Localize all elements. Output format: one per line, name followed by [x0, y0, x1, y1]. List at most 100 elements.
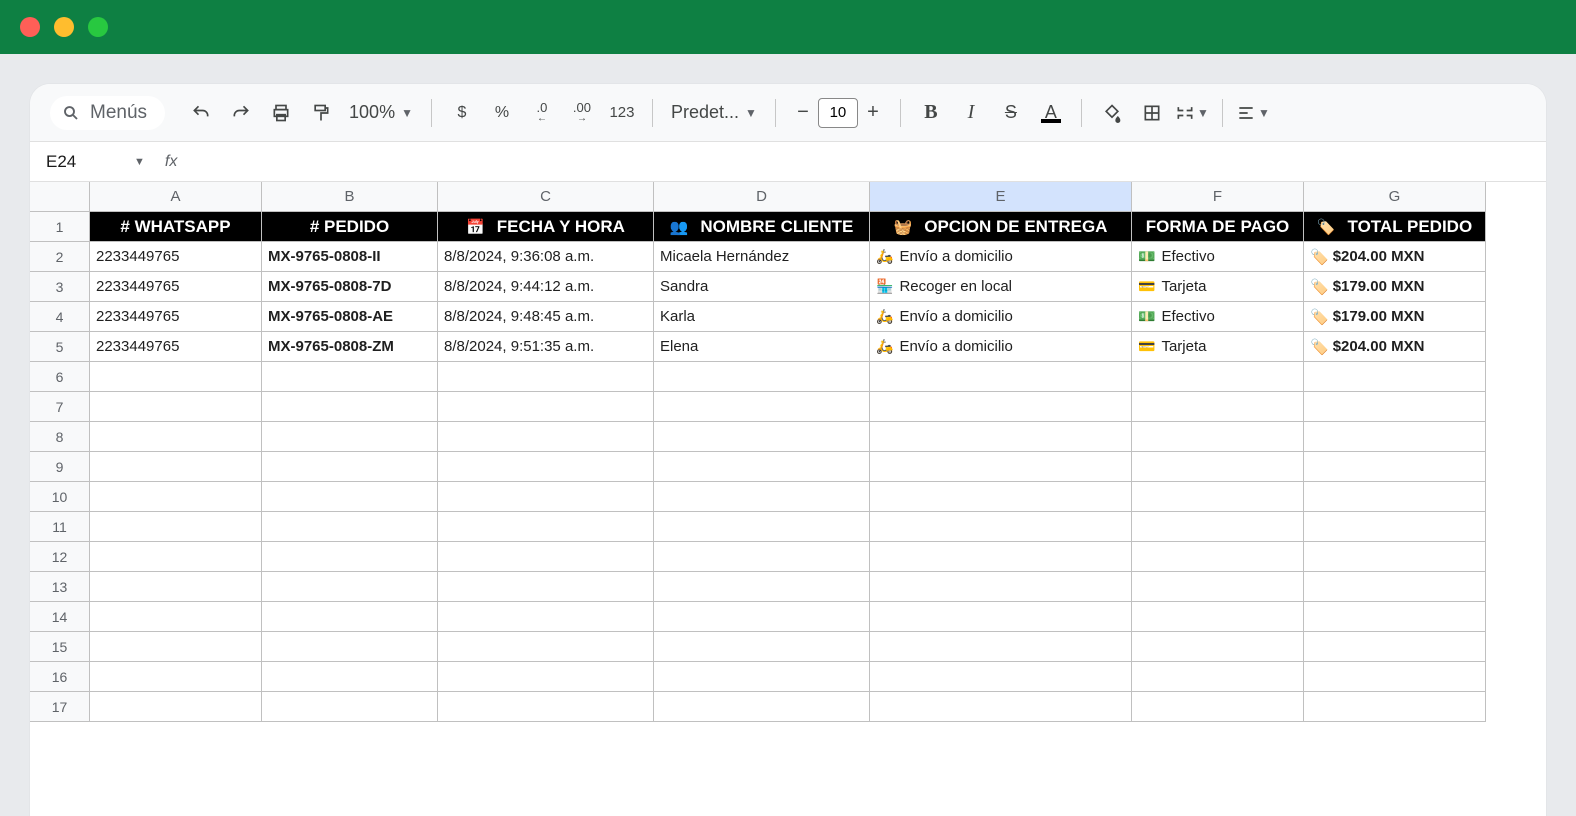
empty-cell[interactable] — [90, 392, 262, 422]
cell-pago[interactable]: 💵Efectivo — [1132, 302, 1304, 332]
empty-cell[interactable] — [1304, 482, 1486, 512]
row-header-13[interactable]: 13 — [30, 572, 90, 602]
header-whatsapp[interactable]: # WHATSAPP — [90, 212, 262, 242]
empty-cell[interactable] — [438, 572, 654, 602]
menus-search[interactable]: Menús — [50, 96, 165, 130]
chevron-down-icon[interactable]: ▼ — [134, 156, 145, 168]
row-header-8[interactable]: 8 — [30, 422, 90, 452]
cell-total[interactable]: 🏷️$204.00 MXN — [1304, 242, 1486, 272]
empty-cell[interactable] — [1304, 362, 1486, 392]
cell-pago[interactable]: 💵Efectivo — [1132, 242, 1304, 272]
row-header-5[interactable]: 5 — [30, 332, 90, 362]
empty-cell[interactable] — [654, 632, 870, 662]
empty-cell[interactable] — [262, 452, 438, 482]
empty-cell[interactable] — [1304, 692, 1486, 722]
empty-cell[interactable] — [1132, 662, 1304, 692]
empty-cell[interactable] — [438, 392, 654, 422]
redo-button[interactable] — [223, 95, 259, 131]
empty-cell[interactable] — [1304, 542, 1486, 572]
column-header-A[interactable]: A — [90, 182, 262, 212]
empty-cell[interactable] — [654, 542, 870, 572]
cell-entrega[interactable]: 🏪Recoger en local — [870, 272, 1132, 302]
column-header-B[interactable]: B — [262, 182, 438, 212]
row-header-4[interactable]: 4 — [30, 302, 90, 332]
empty-cell[interactable] — [262, 632, 438, 662]
empty-cell[interactable] — [654, 452, 870, 482]
cell-pedido[interactable]: MX-9765-0808-7D — [262, 272, 438, 302]
empty-cell[interactable] — [654, 692, 870, 722]
cell-nombre[interactable]: Karla — [654, 302, 870, 332]
empty-cell[interactable] — [262, 422, 438, 452]
empty-cell[interactable] — [438, 662, 654, 692]
empty-cell[interactable] — [90, 632, 262, 662]
cell-nombre[interactable]: Micaela Hernández — [654, 242, 870, 272]
cell-fecha[interactable]: 8/8/2024, 9:51:35 a.m. — [438, 332, 654, 362]
empty-cell[interactable] — [262, 692, 438, 722]
cell-entrega[interactable]: 🛵Envío a domicilio — [870, 242, 1132, 272]
empty-cell[interactable] — [654, 512, 870, 542]
empty-cell[interactable] — [870, 662, 1132, 692]
empty-cell[interactable] — [438, 602, 654, 632]
currency-format-button[interactable]: $ — [444, 95, 480, 131]
header-pedido[interactable]: # PEDIDO — [262, 212, 438, 242]
empty-cell[interactable] — [438, 422, 654, 452]
empty-cell[interactable] — [1304, 632, 1486, 662]
cell-pedido[interactable]: MX-9765-0808-AE — [262, 302, 438, 332]
empty-cell[interactable] — [1132, 692, 1304, 722]
minimize-window-icon[interactable] — [54, 17, 74, 37]
row-header-1[interactable]: 1 — [30, 212, 90, 242]
cell-nombre[interactable]: Sandra — [654, 272, 870, 302]
row-header-10[interactable]: 10 — [30, 482, 90, 512]
row-header-3[interactable]: 3 — [30, 272, 90, 302]
row-header-14[interactable]: 14 — [30, 602, 90, 632]
empty-cell[interactable] — [870, 602, 1132, 632]
empty-cell[interactable] — [438, 482, 654, 512]
empty-cell[interactable] — [1132, 482, 1304, 512]
header-nombre[interactable]: 👥NOMBRE CLIENTE — [654, 212, 870, 242]
empty-cell[interactable] — [262, 542, 438, 572]
empty-cell[interactable] — [262, 602, 438, 632]
empty-cell[interactable] — [1304, 422, 1486, 452]
empty-cell[interactable] — [90, 572, 262, 602]
header-fecha[interactable]: 📅FECHA Y HORA — [438, 212, 654, 242]
cell-pago[interactable]: 💳Tarjeta — [1132, 332, 1304, 362]
empty-cell[interactable] — [438, 632, 654, 662]
horizontal-align-button[interactable]: ▼ — [1235, 95, 1271, 131]
cell-fecha[interactable]: 8/8/2024, 9:36:08 a.m. — [438, 242, 654, 272]
empty-cell[interactable] — [90, 452, 262, 482]
empty-cell[interactable] — [1304, 602, 1486, 632]
row-header-2[interactable]: 2 — [30, 242, 90, 272]
zoom-dropdown[interactable]: 100% ▼ — [343, 102, 419, 123]
empty-cell[interactable] — [90, 602, 262, 632]
header-pago[interactable]: FORMA DE PAGO — [1132, 212, 1304, 242]
column-header-G[interactable]: G — [1304, 182, 1486, 212]
empty-cell[interactable] — [654, 422, 870, 452]
empty-cell[interactable] — [1304, 392, 1486, 422]
empty-cell[interactable] — [1304, 452, 1486, 482]
empty-cell[interactable] — [654, 602, 870, 632]
cell-fecha[interactable]: 8/8/2024, 9:48:45 a.m. — [438, 302, 654, 332]
increase-font-size-button[interactable]: + — [858, 98, 888, 128]
empty-cell[interactable] — [870, 542, 1132, 572]
empty-cell[interactable] — [1304, 572, 1486, 602]
empty-cell[interactable] — [654, 482, 870, 512]
empty-cell[interactable] — [1132, 512, 1304, 542]
cell-fecha[interactable]: 8/8/2024, 9:44:12 a.m. — [438, 272, 654, 302]
font-dropdown[interactable]: Predet... ▼ — [665, 102, 763, 123]
decrease-font-size-button[interactable]: − — [788, 98, 818, 128]
header-total[interactable]: 🏷️TOTAL PEDIDO — [1304, 212, 1486, 242]
empty-cell[interactable] — [1132, 452, 1304, 482]
row-header-7[interactable]: 7 — [30, 392, 90, 422]
cell-entrega[interactable]: 🛵Envío a domicilio — [870, 332, 1132, 362]
empty-cell[interactable] — [90, 692, 262, 722]
empty-cell[interactable] — [262, 482, 438, 512]
increase-decimal-button[interactable]: .00→ — [564, 95, 600, 131]
empty-cell[interactable] — [870, 692, 1132, 722]
merge-cells-button[interactable]: ▼ — [1174, 95, 1210, 131]
empty-cell[interactable] — [438, 362, 654, 392]
empty-cell[interactable] — [262, 572, 438, 602]
empty-cell[interactable] — [262, 362, 438, 392]
text-color-button[interactable]: A — [1033, 95, 1069, 131]
empty-cell[interactable] — [1132, 542, 1304, 572]
bold-button[interactable]: B — [913, 95, 949, 131]
